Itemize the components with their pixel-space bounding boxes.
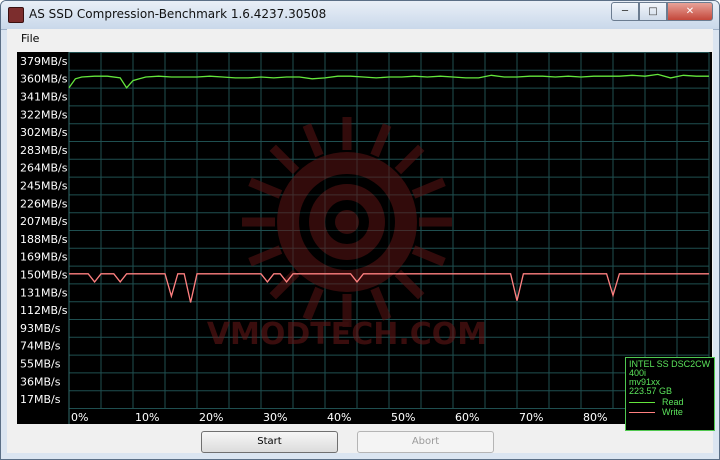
y-tick-label: 264MB/s	[20, 162, 68, 175]
y-tick-label: 207MB/s	[20, 215, 68, 228]
app-window: AS SSD Compression-Benchmark 1.6.4237.30…	[0, 0, 720, 460]
y-tick-label: 150MB/s	[20, 269, 68, 282]
window-controls: ─ □ ✕	[611, 2, 713, 21]
y-tick-label: 322MB/s	[20, 108, 68, 121]
y-tick-label: 360MB/s	[20, 73, 68, 86]
chart-svg: 379MB/s 360MB/s 341MB/s 322MB/s 302MB/s 283MB…	[20, 52, 712, 424]
start-button[interactable]: Start	[201, 431, 338, 453]
x-tick-label: 0%	[71, 411, 88, 424]
x-tick-label: 70%	[519, 411, 543, 424]
app-icon	[8, 7, 24, 23]
legend-read-label: Read	[662, 397, 684, 407]
abort-button[interactable]: Abort	[357, 431, 494, 453]
drive-legend: INTEL SS DSC2CW 400i mv91xx 223.57 GB Re…	[625, 357, 715, 431]
title-bar[interactable]: AS SSD Compression-Benchmark 1.6.4237.30…	[1, 1, 719, 30]
menu-file[interactable]: File	[21, 32, 39, 45]
y-tick-label: 226MB/s	[20, 197, 68, 210]
y-tick-label: 169MB/s	[20, 251, 68, 264]
y-tick-label: 283MB/s	[20, 144, 68, 157]
svg-text:VMODTECH.COM: VMODTECH.COM	[207, 317, 487, 352]
y-tick-label: 17MB/s	[20, 393, 61, 406]
minimize-button[interactable]: ─	[611, 2, 639, 21]
client-area: File 379MB/s 360MB/s 341MB/s 322MB/s 302MB/s…	[7, 29, 715, 453]
legend-write-swatch	[629, 412, 655, 413]
y-tick-label: 245MB/s	[20, 180, 68, 193]
close-button[interactable]: ✕	[667, 2, 713, 21]
legend-write-label: Write	[662, 407, 683, 417]
x-tick-label: 60%	[455, 411, 479, 424]
x-tick-label: 30%	[263, 411, 287, 424]
y-tick-label: 379MB/s	[20, 55, 68, 68]
benchmark-chart: 379MB/s 360MB/s 341MB/s 322MB/s 302MB/s 283MB…	[17, 52, 715, 431]
x-tick-label: 50%	[391, 411, 415, 424]
window-title: AS SSD Compression-Benchmark 1.6.4237.30…	[29, 7, 327, 21]
y-tick-label: 302MB/s	[20, 126, 68, 139]
legend-read-swatch	[629, 402, 655, 403]
y-tick-label: 131MB/s	[20, 286, 68, 299]
x-tick-label: 20%	[199, 411, 223, 424]
y-tick-label: 188MB/s	[20, 233, 68, 246]
y-tick-label: 55MB/s	[20, 358, 61, 371]
y-tick-label: 93MB/s	[20, 322, 61, 335]
x-tick-label: 40%	[327, 411, 351, 424]
y-tick-label: 112MB/s	[20, 304, 68, 317]
legend-capacity: 223.57 GB	[629, 386, 673, 396]
y-tick-label: 74MB/s	[20, 340, 61, 353]
y-tick-label: 36MB/s	[20, 375, 61, 388]
x-tick-label: 80%	[583, 411, 607, 424]
x-tick-label: 10%	[135, 411, 159, 424]
menu-bar: File	[7, 29, 713, 49]
watermark-logo: VMODTECH.COM	[207, 117, 487, 352]
maximize-button[interactable]: □	[639, 2, 667, 21]
y-tick-label: 341MB/s	[20, 91, 68, 104]
